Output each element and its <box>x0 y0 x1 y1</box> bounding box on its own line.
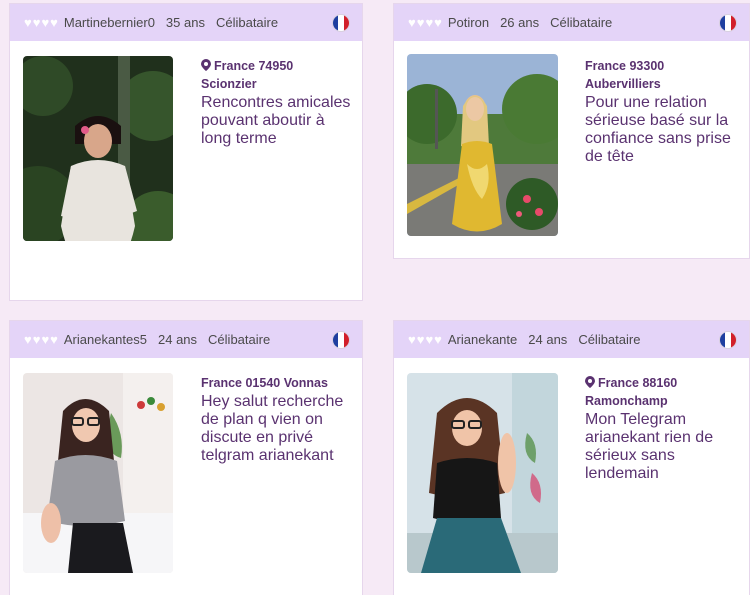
relationship-status: Célibataire <box>550 15 613 30</box>
age: 24 ans <box>528 332 568 347</box>
france-flag-icon <box>719 13 737 32</box>
profile-description: Rencontres amicales pouvant aboutir à lo… <box>201 94 351 147</box>
username[interactable]: Arianekantes5 <box>64 332 147 347</box>
age: 24 ans <box>158 332 198 347</box>
profile-header: ♥ ♥ ♥ ♥ Potiron 26 ans Célibataire <box>394 4 749 41</box>
location-pin-icon <box>585 376 595 388</box>
profile-card[interactable]: ♥ ♥ ♥ ♥ Potiron 26 ans Célibataire Franc… <box>393 3 750 259</box>
heart-icon[interactable]: ♥ <box>417 16 425 29</box>
profile-description: Hey salut recherche de plan q vien on di… <box>201 393 344 464</box>
rating-hearts[interactable]: ♥ ♥ ♥ ♥ <box>408 333 442 346</box>
heart-icon[interactable]: ♥ <box>50 16 58 29</box>
heart-icon[interactable]: ♥ <box>425 16 433 29</box>
heart-icon[interactable]: ♥ <box>50 333 58 346</box>
age: 26 ans <box>500 15 540 30</box>
profile-info: France 74950 Scionzier Rencontres amical… <box>201 57 354 148</box>
profile-photo[interactable] <box>23 56 173 241</box>
age: 35 ans <box>165 15 205 30</box>
profile-header: ♥ ♥ ♥ ♥ Arianekante 24 ans Célibataire <box>394 321 749 358</box>
location-city: Scionzier <box>201 77 257 91</box>
heart-icon[interactable]: ♥ <box>41 16 49 29</box>
profile-photo[interactable] <box>407 54 558 236</box>
profile-header: ♥ ♥ ♥ ♥ Martinebernier0 35 ans Célibatai… <box>10 4 362 41</box>
location-country-zip: France 01540 Vonnas <box>201 376 328 390</box>
heart-icon[interactable]: ♥ <box>417 333 425 346</box>
heart-icon[interactable]: ♥ <box>33 333 41 346</box>
heart-icon[interactable]: ♥ <box>425 333 433 346</box>
profile-info: France 88160 Ramonchamp Mon Telegram ari… <box>585 374 741 483</box>
heart-icon[interactable]: ♥ <box>434 16 442 29</box>
profile-card[interactable]: ♥ ♥ ♥ ♥ Arianekante 24 ans Célibataire F… <box>393 320 750 595</box>
profile-photo[interactable] <box>407 373 558 573</box>
heart-icon[interactable]: ♥ <box>41 333 49 346</box>
relationship-status: Célibataire <box>208 332 271 347</box>
profile-info: France 01540 Vonnas Hey salut recherche … <box>201 374 354 465</box>
heart-icon[interactable]: ♥ <box>408 333 416 346</box>
rating-hearts[interactable]: ♥ ♥ ♥ ♥ <box>24 16 58 29</box>
heart-icon[interactable]: ♥ <box>33 16 41 29</box>
username[interactable]: Martinebernier0 <box>64 15 155 30</box>
rating-hearts[interactable]: ♥ ♥ ♥ ♥ <box>24 333 58 346</box>
heart-icon[interactable]: ♥ <box>434 333 442 346</box>
profile-photo[interactable] <box>23 373 173 573</box>
profile-header: ♥ ♥ ♥ ♥ Arianekantes5 24 ans Célibataire <box>10 321 362 358</box>
username[interactable]: Potiron <box>448 15 489 30</box>
heart-icon[interactable]: ♥ <box>24 333 32 346</box>
profile-info: France 93300 Aubervilliers Pour une rela… <box>585 57 741 166</box>
location-pin-icon <box>201 59 211 71</box>
profile-card[interactable]: ♥ ♥ ♥ ♥ Arianekantes5 24 ans Célibataire <box>9 320 363 595</box>
location-country-zip: France 88160 <box>598 376 678 390</box>
location-country-zip: France 93300 <box>585 59 665 73</box>
profile-description: Pour une relation sérieuse basé sur la c… <box>585 94 731 165</box>
relationship-status: Célibataire <box>578 332 641 347</box>
profile-description: Mon Telegram arianekant rien de sérieux … <box>585 411 714 482</box>
location-city: Aubervilliers <box>585 77 661 91</box>
rating-hearts[interactable]: ♥ ♥ ♥ ♥ <box>408 16 442 29</box>
username[interactable]: Arianekante <box>448 332 517 347</box>
location-city: Ramonchamp <box>585 394 668 408</box>
france-flag-icon <box>332 330 350 349</box>
france-flag-icon <box>719 330 737 349</box>
location-country-zip: France 74950 <box>214 59 294 73</box>
france-flag-icon <box>332 13 350 32</box>
heart-icon[interactable]: ♥ <box>408 16 416 29</box>
heart-icon[interactable]: ♥ <box>24 16 32 29</box>
relationship-status: Célibataire <box>215 15 279 30</box>
profile-card[interactable]: ♥ ♥ ♥ ♥ Martinebernier0 35 ans Célibatai… <box>9 3 363 301</box>
